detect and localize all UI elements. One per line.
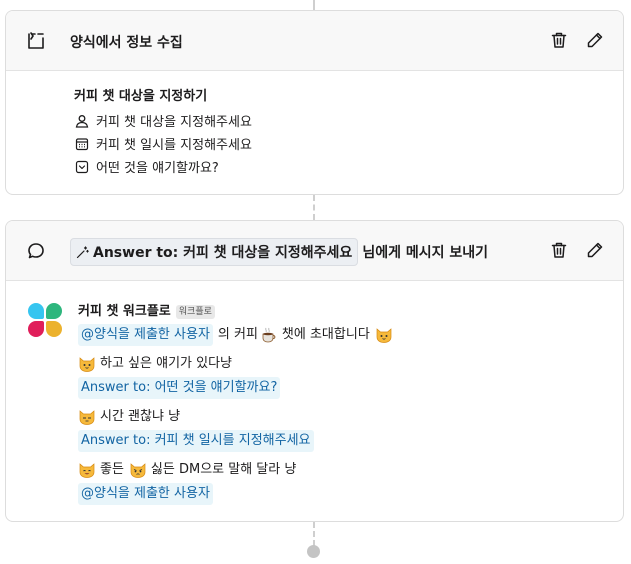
message-icon — [26, 241, 46, 261]
step-card-collect-form[interactable]: 양식에서 정보 수집 커피 챗 대상을 지정하기 커피 챗 대상을 지정해주세요… — [5, 10, 624, 195]
form-field-label: 커피 챗 일시를 지정해주세요 — [96, 138, 252, 153]
dropdown-icon — [74, 159, 90, 175]
flow-connector — [313, 195, 315, 220]
trash-icon — [551, 242, 567, 258]
variable-token: Answer to: 어떤 것을 얘기할까요? — [78, 377, 281, 399]
sender-name: 커피 챗 워크플로 — [78, 304, 171, 319]
message-line: Answer to: 어떤 것을 얘기할까요? — [78, 376, 397, 400]
variable-token: @양식을 제출한 사용자 — [78, 324, 213, 346]
message-text: 하고 싶은 얘기가 있다냥 — [100, 356, 232, 371]
answer-variable-token[interactable]: Answer to: 커피 챗 대상을 지정해주세요 — [70, 238, 359, 266]
message-line: 시간 괜찮냐 냥 — [78, 405, 397, 429]
delete-button[interactable] — [549, 240, 569, 260]
variable-token: @양식을 제출한 사용자 — [78, 483, 213, 505]
form-field-label: 어떤 것을 얘기할까요? — [96, 161, 219, 176]
form-title: 커피 챗 대상을 지정하기 — [74, 89, 208, 104]
workflow-badge: 워크플로 — [175, 305, 215, 319]
cat-face-emoji-icon — [79, 357, 95, 372]
form-collect-icon — [26, 31, 46, 51]
message-line: 좋든 싫든 DM으로 말해 달라 냥 — [78, 458, 397, 482]
step-header: Answer to: 커피 챗 대상을 지정해주세요 님에게 메시지 보내기 — [6, 221, 623, 281]
step-title-suffix: 님에게 메시지 보내기 — [362, 245, 488, 261]
token-label: Answer to: 커피 챗 대상을 지정해주세요 — [93, 245, 353, 261]
calendar-icon — [74, 136, 90, 152]
coffee-emoji-icon — [262, 327, 276, 343]
form-field-row: 커피 챗 일시를 지정해주세요 — [74, 132, 252, 155]
step-title: Answer to: 커피 챗 대상을 지정해주세요 님에게 메시지 보내기 — [70, 238, 488, 266]
form-field-row: 어떤 것을 얘기할까요? — [74, 155, 252, 178]
smiling-cat-emoji-icon — [79, 463, 95, 478]
message-text: 좋든 — [100, 462, 124, 477]
pencil-icon — [587, 32, 603, 48]
form-field-label: 커피 챗 대상을 지정해주세요 — [96, 115, 252, 130]
step-card-send-message[interactable]: Answer to: 커피 챗 대상을 지정해주세요 님에게 메시지 보내기 커… — [5, 220, 624, 522]
message-line: Answer to: 커피 챗 일시를 지정해주세요 — [78, 429, 397, 453]
step-title: 양식에서 정보 수집 — [70, 35, 183, 51]
form-field-row: 커피 챗 대상을 지정해주세요 — [74, 109, 252, 132]
form-summary: 커피 챗 대상을 지정하기 커피 챗 대상을 지정해주세요 커피 챗 일시를 지… — [74, 85, 252, 178]
person-icon — [74, 113, 90, 129]
edit-button[interactable] — [585, 30, 605, 50]
sender-line: 커피 챗 워크플로 워크플로 — [78, 301, 397, 323]
flow-connector-top — [313, 0, 315, 10]
flow-connector-bottom — [313, 522, 315, 546]
pencil-icon — [587, 242, 603, 258]
cat-face-emoji-icon — [376, 328, 392, 343]
flow-end-dot — [307, 545, 320, 558]
delete-button[interactable] — [549, 30, 569, 50]
message-preview: 커피 챗 워크플로 워크플로 @양식을 제출한 사용자 의 커피 챗에 초대합니… — [28, 301, 397, 506]
pouting-cat-emoji-icon — [130, 463, 146, 478]
message-text: 챗에 초대합니다 — [281, 327, 370, 342]
cat-face-emoji-icon — [79, 410, 95, 425]
edit-button[interactable] — [585, 240, 605, 260]
step-header: 양식에서 정보 수집 — [6, 11, 623, 71]
magic-wand-icon — [76, 245, 89, 258]
message-text: 시간 괜찮냐 냥 — [100, 409, 181, 424]
message-text: 싫든 DM으로 말해 달라 냥 — [150, 462, 297, 477]
message-line: 하고 싶은 얘기가 있다냥 — [78, 352, 397, 376]
message-line: @양식을 제출한 사용자 — [78, 482, 397, 506]
workflow-app-logo — [28, 303, 64, 339]
message-text: 의 커피 — [217, 327, 258, 342]
variable-token: Answer to: 커피 챗 일시를 지정해주세요 — [78, 430, 314, 452]
message-line: @양식을 제출한 사용자 의 커피 챗에 초대합니다 — [78, 323, 397, 347]
trash-icon — [551, 32, 567, 48]
